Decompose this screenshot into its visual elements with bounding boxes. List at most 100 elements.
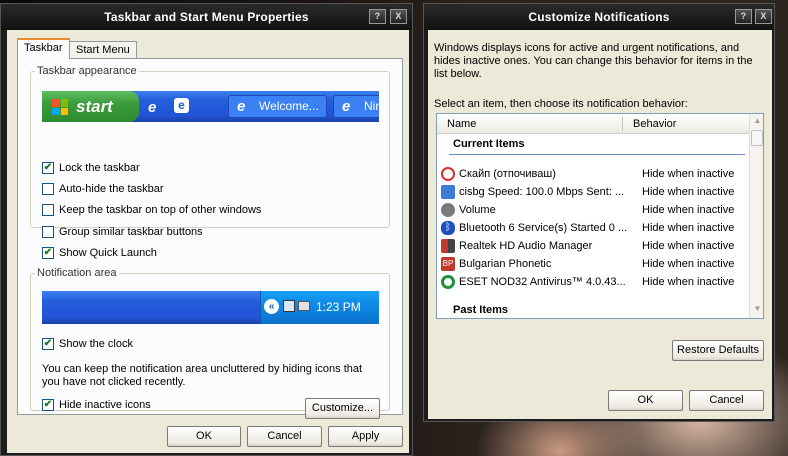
description-text: Windows displays icons for active and ur… <box>434 42 753 80</box>
printer-tray-icon <box>298 301 310 311</box>
show-quick-launch-checkbox[interactable]: ✔ Show Quick Launch <box>42 247 157 259</box>
help-button[interactable]: ? <box>369 9 386 24</box>
ie-icon: e <box>342 98 351 115</box>
notification-info-text: You can keep the notification area unclu… <box>42 363 363 388</box>
column-header-behavior[interactable]: Behavior <box>633 118 676 130</box>
select-prompt: Select an item, then choose its notifica… <box>434 98 688 110</box>
item-name: Volume <box>459 204 496 216</box>
group-similar-checkbox[interactable]: Group similar taskbar buttons <box>42 226 203 238</box>
ie-icon: e <box>237 98 246 115</box>
cancel-button[interactable]: Cancel <box>689 390 764 411</box>
network-icon <box>441 185 455 199</box>
tab-taskbar[interactable]: Taskbar <box>17 38 70 59</box>
scroll-down-arrow-icon[interactable]: ▼ <box>750 302 763 316</box>
close-button[interactable]: X <box>390 9 407 24</box>
ok-button[interactable]: OK <box>608 390 683 411</box>
group-underline <box>449 154 745 155</box>
scroll-thumb[interactable] <box>751 130 763 146</box>
group-label: Notification area <box>37 267 117 279</box>
start-button-preview: start <box>42 91 139 122</box>
item-name: Bluetooth 6 Service(s) Started 0 ... <box>459 222 628 234</box>
ie-quicklaunch-icon: e <box>148 99 157 116</box>
start-label: start <box>76 97 113 116</box>
cancel-button[interactable]: Cancel <box>247 426 322 447</box>
skype-icon <box>441 167 455 181</box>
eset-icon <box>441 275 455 289</box>
checkbox-box: ✔ <box>42 247 54 259</box>
taskbar-tab-panel: Taskbar appearance start e e e Welcome..… <box>17 58 403 419</box>
taskbar-properties-titlebar[interactable]: Taskbar and Start Menu Properties ? X <box>1 4 412 30</box>
list-header: Name Behavior <box>437 114 749 134</box>
list-item[interactable]: cisbg Speed: 100.0 Mbps Sent: ... Hide w… <box>437 183 749 201</box>
taskbar-button-welcome: e Welcome... <box>228 95 327 118</box>
checkbox-label: Show the clock <box>59 338 133 350</box>
item-name: ESET NOD32 Antivirus™ 4.0.43... <box>459 276 626 288</box>
item-name: Realtek HD Audio Manager <box>459 240 593 252</box>
item-name: Bulgarian Phonetic <box>459 258 552 270</box>
checkbox-box: ✔ <box>42 399 54 411</box>
restore-defaults-button[interactable]: Restore Defaults <box>672 340 764 361</box>
realtek-icon <box>441 239 455 253</box>
list-item[interactable]: Volume Hide when inactive <box>437 201 749 219</box>
item-behavior: Hide when inactive <box>642 276 735 288</box>
checkbox-label: Show Quick Launch <box>59 247 157 259</box>
volume-icon <box>441 203 455 217</box>
clock-preview: 1:23 PM <box>316 300 361 314</box>
checkbox-label: Group similar taskbar buttons <box>59 226 203 238</box>
windows-logo-icon <box>52 99 68 115</box>
notification-items-list[interactable]: Name Behavior Current Items Скайп (отпоч… <box>436 113 764 319</box>
help-button[interactable]: ? <box>735 9 752 24</box>
vertical-scrollbar[interactable]: ▲ ▼ <box>749 114 763 318</box>
checkbox-box: ✔ <box>42 162 54 174</box>
auto-hide-checkbox[interactable]: Auto-hide the taskbar <box>42 183 164 195</box>
customize-notifications-titlebar[interactable]: Customize Notifications ? X <box>424 4 774 30</box>
column-header-name[interactable]: Name <box>447 118 476 130</box>
item-name: cisbg Speed: 100.0 Mbps Sent: ... <box>459 186 625 198</box>
list-item[interactable]: ESET NOD32 Antivirus™ 4.0.43... Hide whe… <box>437 273 749 291</box>
item-behavior: Hide when inactive <box>642 186 735 198</box>
checkbox-label: Auto-hide the taskbar <box>59 183 164 195</box>
item-behavior: Hide when inactive <box>642 168 735 180</box>
close-button[interactable]: X <box>755 9 772 24</box>
group-header-current: Current Items <box>453 138 525 150</box>
taskbar-properties-client: Taskbar Start Menu Taskbar appearance st… <box>7 30 409 453</box>
list-item[interactable]: Скайп (отпочиваш) Hide when inactive <box>437 165 749 183</box>
group-header-past: Past Items <box>453 304 509 316</box>
taskbar-button-label: Welcome... <box>259 99 319 113</box>
column-divider <box>622 117 623 131</box>
taskbar-preview: start e e e Welcome... e Nin <box>42 91 379 122</box>
chevron-left-icon: « <box>264 299 279 314</box>
item-behavior: Hide when inactive <box>642 240 735 252</box>
list-item[interactable]: ᛒ Bluetooth 6 Service(s) Started 0 ... H… <box>437 219 749 237</box>
item-behavior: Hide when inactive <box>642 204 735 216</box>
keep-on-top-checkbox[interactable]: Keep the taskbar on top of other windows <box>42 204 261 216</box>
item-name: Скайп (отпочиваш) <box>459 168 556 180</box>
taskbar-properties-window: Taskbar and Start Menu Properties ? X Ta… <box>0 3 413 456</box>
item-behavior: Hide when inactive <box>642 222 735 234</box>
scroll-up-arrow-icon[interactable]: ▲ <box>750 114 763 128</box>
checkbox-box: ✔ <box>42 338 54 350</box>
tab-start-menu[interactable]: Start Menu <box>69 41 137 59</box>
list-item[interactable]: Realtek HD Audio Manager Hide when inact… <box>437 237 749 255</box>
window-title: Taskbar and Start Menu Properties <box>104 10 309 24</box>
customize-notifications-window: Customize Notifications ? X Windows disp… <box>423 3 775 422</box>
ie-quicklaunch-icon-2: e <box>174 98 189 113</box>
window-title: Customize Notifications <box>528 10 670 24</box>
network-tray-icon <box>283 300 295 312</box>
notification-area-preview: « 1:23 PM <box>42 291 379 324</box>
ok-button[interactable]: OK <box>167 426 241 447</box>
hide-inactive-icons-checkbox[interactable]: ✔ Hide inactive icons <box>42 399 151 411</box>
keyboard-layout-icon: BP <box>441 257 455 271</box>
checkbox-label: Keep the taskbar on top of other windows <box>59 204 262 216</box>
taskbar-button-label: Nin <box>364 99 379 113</box>
show-clock-checkbox[interactable]: ✔ Show the clock <box>42 338 133 350</box>
item-behavior: Hide when inactive <box>642 258 735 270</box>
checkbox-box <box>42 226 54 238</box>
tray-region: « 1:23 PM <box>260 291 379 324</box>
customize-button[interactable]: Customize... <box>305 398 380 419</box>
apply-button[interactable]: Apply <box>328 426 403 447</box>
list-item[interactable]: BP Bulgarian Phonetic Hide when inactive <box>437 255 749 273</box>
taskbar-button-nin: e Nin <box>333 95 379 118</box>
checkbox-box <box>42 183 54 195</box>
lock-taskbar-checkbox[interactable]: ✔ Lock the taskbar <box>42 162 140 174</box>
